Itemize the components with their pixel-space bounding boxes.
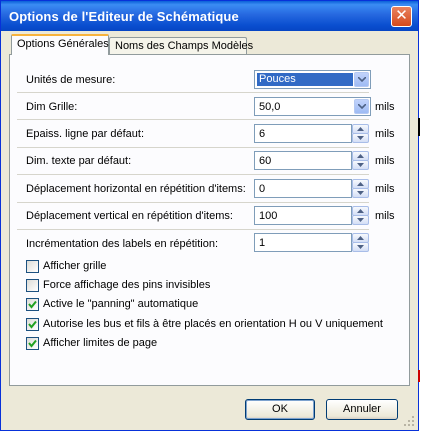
spin-down-button[interactable] bbox=[352, 133, 369, 143]
checkbox-orientation-hv[interactable] bbox=[26, 318, 39, 331]
row-divider bbox=[17, 92, 369, 93]
background-edge bbox=[418, 370, 420, 382]
checkbox-label: Active le "panning" automatique bbox=[43, 298, 199, 310]
check-icon bbox=[28, 339, 37, 348]
text-size-input[interactable]: 60 bbox=[254, 151, 352, 170]
line-width-spinner[interactable] bbox=[352, 124, 369, 143]
check-icon bbox=[28, 320, 37, 329]
label-increment-value: 1 bbox=[259, 237, 266, 249]
title-bar[interactable]: Options de l'Editeur de Schématique ✕ bbox=[1, 1, 418, 31]
row-divider bbox=[17, 147, 369, 148]
checkbox-label: Force affichage des pins invisibles bbox=[43, 279, 211, 291]
line-width-value: 6 bbox=[259, 128, 266, 140]
grid-unit: mils bbox=[375, 101, 395, 113]
chevron-down-icon bbox=[358, 104, 366, 109]
row-divider bbox=[17, 202, 369, 203]
chevron-up-icon bbox=[357, 127, 364, 131]
close-button[interactable]: ✕ bbox=[391, 6, 412, 27]
text-size-value: 60 bbox=[259, 155, 272, 167]
vmove-label: Déplacement vertical en répétition d'ite… bbox=[26, 210, 233, 222]
label-increment-input[interactable]: 1 bbox=[254, 233, 352, 252]
check-icon bbox=[28, 300, 37, 309]
chevron-up-icon bbox=[357, 236, 364, 240]
options-dialog: Options de l'Editeur de Schématique ✕ Op… bbox=[0, 0, 419, 431]
vmove-input[interactable]: 100 bbox=[254, 206, 352, 225]
hmove-spinner[interactable] bbox=[352, 179, 369, 198]
row-divider bbox=[17, 174, 369, 175]
units-select[interactable]: Pouces bbox=[254, 70, 371, 89]
chevron-down-icon bbox=[357, 245, 364, 249]
chevron-up-icon bbox=[357, 209, 364, 213]
label-increment-spinner[interactable] bbox=[352, 233, 369, 252]
line-width-unit: mils bbox=[375, 128, 395, 140]
ok-button[interactable]: OK bbox=[245, 399, 315, 420]
checkbox-label: Autorise les bus et fils à être placés e… bbox=[43, 318, 383, 330]
vmove-value: 100 bbox=[259, 210, 278, 222]
grid-label: Dim Grille: bbox=[26, 101, 78, 113]
tab-label: Noms des Champs Modèles bbox=[115, 40, 254, 52]
checkbox-label: Afficher grille bbox=[43, 260, 107, 272]
checkbox-limites-page[interactable] bbox=[26, 337, 39, 350]
row-divider bbox=[17, 119, 369, 120]
spin-down-button[interactable] bbox=[352, 215, 369, 225]
checkbox-label: Afficher limites de page bbox=[43, 337, 158, 349]
units-value: Pouces bbox=[257, 73, 353, 86]
units-label: Unités de mesure: bbox=[26, 74, 116, 86]
chevron-up-icon bbox=[357, 154, 364, 158]
grid-dropdown-button[interactable] bbox=[354, 99, 369, 114]
spin-down-button[interactable] bbox=[352, 188, 369, 198]
label-increment-label: Incrémentation des labels en répétition: bbox=[26, 238, 219, 250]
text-size-label: Dim. texte par défaut: bbox=[26, 155, 132, 167]
vmove-unit: mils bbox=[375, 210, 395, 222]
tab-label: Options Générales bbox=[17, 38, 109, 50]
tab-noms-champs-modeles[interactable]: Noms des Champs Modèles bbox=[109, 37, 253, 54]
chevron-down-icon bbox=[357, 191, 364, 195]
spin-down-button[interactable] bbox=[352, 242, 369, 252]
chevron-down-icon bbox=[357, 136, 364, 140]
line-width-input[interactable]: 6 bbox=[254, 124, 352, 143]
tab-options-generales[interactable]: Options Générales bbox=[11, 34, 109, 55]
hmove-label: Déplacement horizontal en répétition d'i… bbox=[26, 183, 246, 195]
vmove-spinner[interactable] bbox=[352, 206, 369, 225]
cancel-button[interactable]: Annuler bbox=[326, 399, 398, 420]
chevron-down-icon bbox=[358, 77, 366, 82]
text-size-unit: mils bbox=[375, 155, 395, 167]
line-width-label: Epaiss. ligne par défaut: bbox=[26, 128, 145, 140]
background-edge bbox=[418, 118, 420, 136]
spin-down-button[interactable] bbox=[352, 160, 369, 170]
grid-select[interactable]: 50,0 bbox=[254, 97, 371, 116]
grid-value: 50,0 bbox=[259, 101, 281, 113]
text-size-spinner[interactable] bbox=[352, 151, 369, 170]
chevron-down-icon bbox=[357, 218, 364, 222]
hmove-input[interactable]: 0 bbox=[254, 179, 352, 198]
chevron-down-icon bbox=[357, 163, 364, 167]
checkbox-panning-automatique[interactable] bbox=[26, 298, 39, 311]
row-divider bbox=[17, 229, 369, 230]
checkbox-force-pins-invisibles[interactable] bbox=[26, 279, 39, 292]
hmove-value: 0 bbox=[259, 183, 266, 195]
units-dropdown-button[interactable] bbox=[354, 72, 369, 87]
hmove-unit: mils bbox=[375, 183, 395, 195]
window-title: Options de l'Editeur de Schématique bbox=[9, 9, 239, 24]
close-icon: ✕ bbox=[395, 7, 408, 24]
chevron-up-icon bbox=[357, 182, 364, 186]
resize-grip-icon[interactable] bbox=[404, 416, 415, 427]
checkbox-afficher-grille[interactable] bbox=[26, 260, 39, 273]
